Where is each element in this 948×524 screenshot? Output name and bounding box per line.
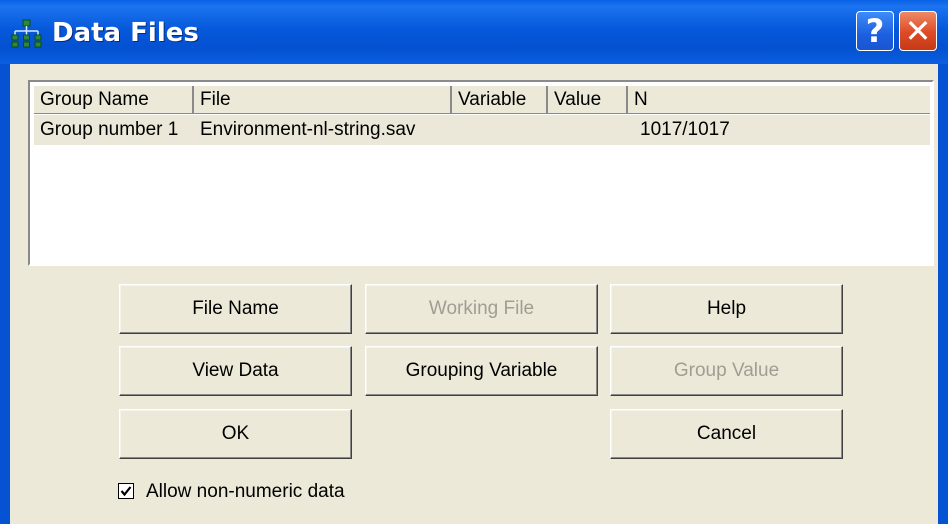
view-data-button[interactable]: View Data: [119, 346, 352, 396]
help-button[interactable]: Help: [610, 284, 843, 334]
column-header-n[interactable]: N: [628, 86, 930, 114]
cell-group-name: Group number 1: [40, 119, 179, 140]
help-title-button[interactable]: ?: [856, 11, 894, 51]
column-header-value[interactable]: Value: [548, 86, 628, 114]
cell-n: 1017/1017: [640, 119, 730, 140]
file-name-button[interactable]: File Name: [119, 284, 352, 334]
ok-button[interactable]: OK: [119, 409, 352, 459]
group-value-button[interactable]: Group Value: [610, 346, 843, 396]
cell-variable: [452, 115, 458, 145]
window-title: Data Files: [52, 18, 199, 48]
window-frame-left: [0, 64, 10, 524]
column-header-group-name[interactable]: Group Name: [34, 86, 194, 114]
cell-file: Environment-nl-string.sav: [200, 119, 416, 140]
window-frame-right: [938, 64, 948, 524]
question-mark-icon: ?: [865, 12, 885, 50]
data-files-list[interactable]: Group Name File Variable Value N Group n…: [28, 80, 934, 266]
cell-value: [548, 115, 554, 145]
working-file-button[interactable]: Working File: [365, 284, 598, 334]
cancel-button[interactable]: Cancel: [610, 409, 843, 459]
grouping-variable-button[interactable]: Grouping Variable: [365, 346, 598, 396]
close-button[interactable]: ✕: [899, 11, 937, 51]
title-bar[interactable]: Data Files ? ✕: [0, 0, 948, 64]
column-header-file[interactable]: File: [194, 86, 452, 114]
table-row[interactable]: Group number 1 Environment-nl-string.sav…: [34, 115, 930, 145]
checkmark-icon: [120, 486, 132, 497]
allow-non-numeric-label: Allow non-numeric data: [146, 481, 345, 502]
column-header-variable[interactable]: Variable: [452, 86, 548, 114]
allow-non-numeric-checkbox[interactable]: [118, 483, 134, 499]
list-header: Group Name File Variable Value N: [34, 86, 930, 114]
data-files-dialog: Data Files ? ✕ Group Name File Variable …: [0, 0, 948, 524]
close-icon: ✕: [904, 12, 932, 50]
tree-structure-icon: [11, 19, 42, 48]
